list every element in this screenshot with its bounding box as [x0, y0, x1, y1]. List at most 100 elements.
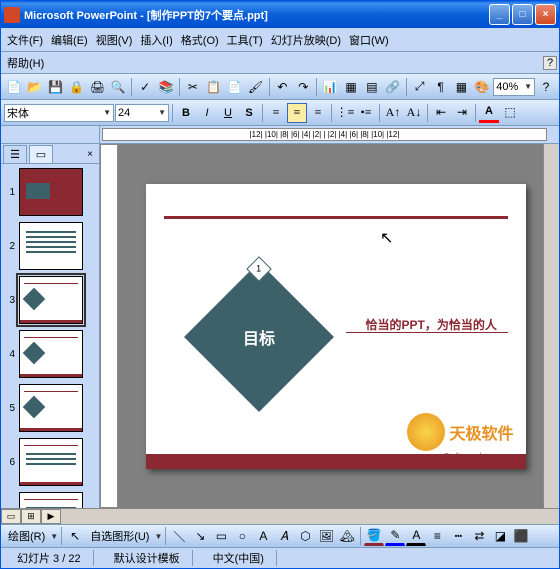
slides-tab[interactable]: ▭: [29, 145, 53, 163]
pane-close-button[interactable]: ×: [83, 149, 97, 163]
minimize-button[interactable]: _: [489, 4, 510, 25]
increase-font-button[interactable]: A↑: [383, 103, 403, 123]
rectangle-button[interactable]: ▭: [211, 526, 231, 546]
slide-canvas[interactable]: 目标 1 恰当的PPT，为恰当的人 天极软件 Soft.yesky.com: [146, 184, 526, 469]
decrease-font-button[interactable]: A↓: [404, 103, 424, 123]
diamond-shape[interactable]: 目标 1: [184, 262, 334, 412]
diagram-button[interactable]: ⬡: [295, 526, 315, 546]
slide-edit-area[interactable]: 目标 1 恰当的PPT，为恰当的人 天极软件 Soft.yesky.com ↖: [100, 144, 559, 508]
thumb-row[interactable]: 7: [3, 492, 97, 508]
numbering-button[interactable]: ⋮≡: [335, 103, 355, 123]
slide-thumb-7[interactable]: [19, 492, 83, 508]
3d-style-button[interactable]: ⬛: [511, 526, 531, 546]
expand-button[interactable]: ⤢: [410, 77, 430, 97]
vertical-ruler[interactable]: [100, 144, 118, 508]
thumb-row[interactable]: 2: [3, 222, 97, 270]
menu-format[interactable]: 格式(O): [177, 30, 223, 50]
align-right-button[interactable]: ≡: [308, 103, 328, 123]
align-left-button[interactable]: ≡: [266, 103, 286, 123]
arrow-button[interactable]: ↘: [190, 526, 210, 546]
bold-button[interactable]: B: [176, 103, 196, 123]
slide-thumb-1[interactable]: [19, 168, 83, 216]
undo-button[interactable]: ↶: [273, 77, 293, 97]
slide-subtitle[interactable]: 恰当的PPT，为恰当的人: [366, 316, 497, 333]
new-button[interactable]: 📄: [4, 77, 24, 97]
hyperlink-button[interactable]: 🔗: [383, 77, 403, 97]
spellcheck-button[interactable]: ✓: [135, 77, 155, 97]
thumb-row[interactable]: 3: [3, 276, 97, 324]
underline-button[interactable]: U: [218, 103, 238, 123]
font-color-button[interactable]: A: [479, 103, 499, 123]
wordart-button[interactable]: 𝐴: [274, 526, 294, 546]
thumb-row[interactable]: 5: [3, 384, 97, 432]
zoom-combo[interactable]: 40%▼: [493, 78, 535, 96]
thumb-row[interactable]: 6: [3, 438, 97, 486]
font-color-button[interactable]: A: [406, 526, 426, 546]
menu-file[interactable]: 文件(F): [3, 30, 47, 50]
picture-button[interactable]: 🏔: [337, 526, 357, 546]
menu-view[interactable]: 视图(V): [92, 30, 137, 50]
outline-tab[interactable]: ☰: [3, 145, 27, 163]
oval-button[interactable]: ○: [232, 526, 252, 546]
menu-window[interactable]: 窗口(W): [345, 30, 393, 50]
bullets-button[interactable]: •≡: [356, 103, 376, 123]
italic-button[interactable]: I: [197, 103, 217, 123]
textbox-button[interactable]: A: [253, 526, 273, 546]
select-objects-button[interactable]: ↖: [65, 526, 85, 546]
slide-thumb-5[interactable]: [19, 384, 83, 432]
table-button[interactable]: ▦: [341, 77, 361, 97]
font-combo[interactable]: 宋体▼: [4, 104, 114, 122]
decrease-indent-button[interactable]: ⇤: [431, 103, 451, 123]
clipart-button[interactable]: 🖼: [316, 526, 336, 546]
color-button[interactable]: 🎨: [472, 77, 492, 97]
grid-button[interactable]: ▦: [452, 77, 472, 97]
format-painter-button[interactable]: 🖌: [246, 77, 266, 97]
vertical-scrollbar[interactable]: [543, 144, 559, 508]
thumbnail-list[interactable]: 1 2 3 4 5 6 7 8 9: [1, 164, 99, 508]
show-formatting-button[interactable]: ¶: [431, 77, 451, 97]
menu-tools[interactable]: 工具(T): [223, 30, 267, 50]
slide-thumb-4[interactable]: [19, 330, 83, 378]
increase-indent-button[interactable]: ⇥: [452, 103, 472, 123]
menu-edit[interactable]: 编辑(E): [47, 30, 92, 50]
cut-button[interactable]: ✂: [183, 77, 203, 97]
sorter-view-button[interactable]: ⊞: [21, 509, 41, 524]
save-button[interactable]: 💾: [46, 77, 66, 97]
horizontal-ruler[interactable]: |12| |10| |8| |6| |4| |2| | |2| |4| |6| …: [102, 128, 547, 141]
preview-button[interactable]: 🔍: [108, 77, 128, 97]
menu-slideshow[interactable]: 幻灯片放映(D): [267, 30, 345, 50]
thumb-row[interactable]: 4: [3, 330, 97, 378]
menu-insert[interactable]: 插入(I): [136, 30, 176, 50]
slide-thumb-3[interactable]: [19, 276, 83, 324]
line-color-button[interactable]: ✎: [385, 526, 405, 546]
slide-thumb-6[interactable]: [19, 438, 83, 486]
slideshow-view-button[interactable]: ▶: [41, 509, 61, 524]
arrow-style-button[interactable]: ⇄: [469, 526, 489, 546]
autoshapes-menu[interactable]: 自选图形(U): [86, 528, 153, 544]
dash-style-button[interactable]: ┅: [448, 526, 468, 546]
tables-borders-button[interactable]: ▤: [362, 77, 382, 97]
line-button[interactable]: ＼: [169, 526, 189, 546]
chart-button[interactable]: 📊: [320, 77, 340, 97]
normal-view-button[interactable]: ▭: [1, 509, 21, 524]
open-button[interactable]: 📂: [25, 77, 45, 97]
titlebar[interactable]: Microsoft PowerPoint - [制作PPT的7个要点.ppt] …: [1, 1, 559, 28]
line-style-button[interactable]: ≡: [427, 526, 447, 546]
fontsize-combo[interactable]: 24▼: [115, 104, 169, 122]
shadow-style-button[interactable]: ◪: [490, 526, 510, 546]
horizontal-scrollbar[interactable]: [61, 509, 559, 524]
print-button[interactable]: 🖨: [88, 77, 108, 97]
redo-button[interactable]: ↷: [293, 77, 313, 97]
help-search-button[interactable]: ?: [543, 56, 557, 70]
design-button[interactable]: ⬚: [500, 103, 520, 123]
align-center-button[interactable]: ≡: [287, 103, 307, 123]
menu-help[interactable]: 帮助(H): [3, 53, 48, 73]
help-button[interactable]: ?: [536, 77, 556, 97]
copy-button[interactable]: 📋: [204, 77, 224, 97]
paste-button[interactable]: 📄: [225, 77, 245, 97]
research-button[interactable]: 📚: [156, 77, 176, 97]
close-button[interactable]: ×: [535, 4, 556, 25]
thumb-row[interactable]: 1: [3, 168, 97, 216]
slide-thumb-2[interactable]: [19, 222, 83, 270]
shadow-button[interactable]: S: [239, 103, 259, 123]
